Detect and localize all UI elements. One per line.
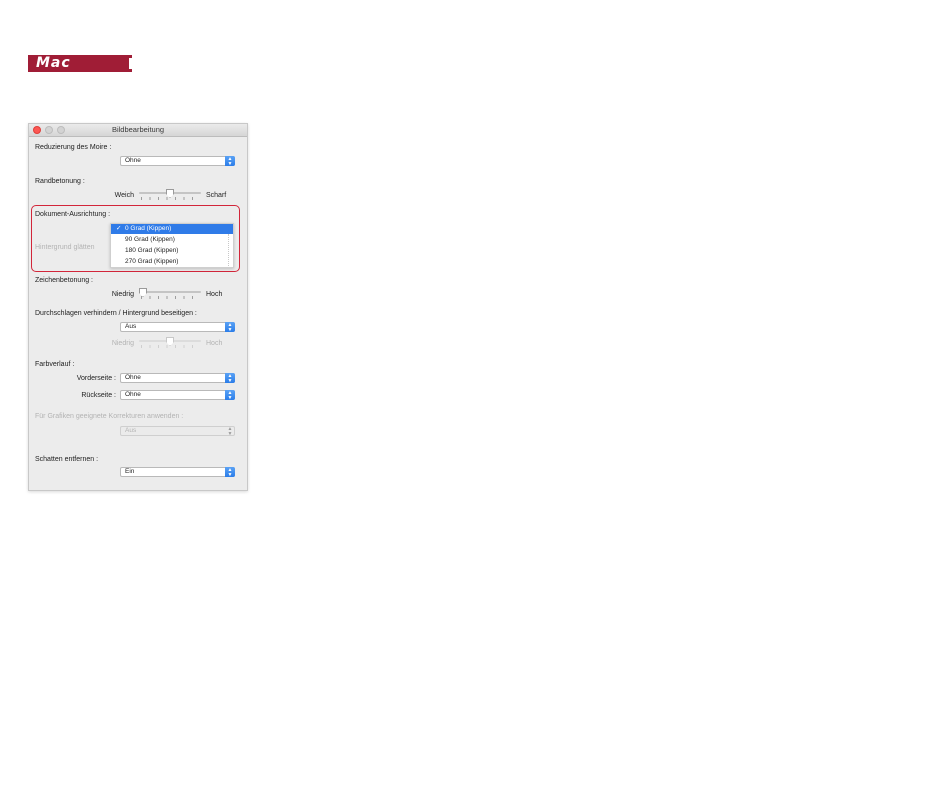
back-side-select[interactable]: Ohne ▲ ▼	[120, 390, 235, 401]
bleed-max-label: Hoch	[206, 340, 223, 347]
bleed-select[interactable]: Aus ▲ ▼	[120, 322, 235, 333]
slider-track	[139, 291, 201, 293]
edge-min-label: Weich	[114, 192, 134, 199]
shadow-label: Schatten entfernen :	[35, 456, 99, 463]
orientation-option-180[interactable]: 180 Grad (Kippen)	[111, 246, 233, 256]
orientation-option-90[interactable]: 90 Grad (Kippen)	[111, 235, 233, 245]
edge-label: Randbetonung :	[35, 178, 85, 185]
menu-scrollbar[interactable]	[228, 234, 232, 266]
moire-select[interactable]: Ohne ▲ ▼	[120, 156, 235, 167]
checkmark-icon: ✓	[116, 225, 122, 232]
slider-ticks	[141, 296, 199, 299]
front-side-select[interactable]: Ohne ▲ ▼	[120, 373, 235, 384]
graphics-label: Für Grafiken geeignete Korrekturen anwen…	[35, 413, 184, 420]
bleed-min-label: Niedrig	[111, 340, 134, 347]
front-side-select-value: Ohne	[125, 374, 141, 381]
gradient-label: Farbverlauf :	[35, 361, 75, 368]
up-down-chevron-icon: ▲ ▼	[225, 322, 235, 333]
mac-badge: Mac	[28, 55, 132, 72]
front-side-label: Vorderseite :	[76, 375, 116, 382]
back-side-select-value: Ohne	[125, 391, 141, 398]
orientation-label: Dokument-Ausrichtung :	[35, 211, 111, 218]
orientation-option-label: 90 Grad (Kippen)	[125, 236, 175, 243]
edge-slider[interactable]	[139, 189, 201, 201]
orientation-dropdown-menu: ✓ 0 Grad (Kippen) 90 Grad (Kippen) 180 G…	[110, 223, 234, 268]
character-slider[interactable]	[139, 288, 201, 300]
graphics-select: Aus ▲ ▼	[120, 426, 235, 437]
titlebar: Bildbearbeitung	[29, 124, 247, 137]
window-title: Bildbearbeitung	[111, 125, 165, 134]
orientation-option-label: 180 Grad (Kippen)	[125, 247, 179, 254]
orientation-option-270[interactable]: 270 Grad (Kippen)	[111, 257, 233, 267]
up-down-chevron-icon: ▲ ▼	[225, 156, 235, 167]
back-side-label: Rückseite :	[81, 392, 116, 399]
up-down-chevron-icon: ▲ ▼	[225, 390, 235, 401]
up-down-chevron-icon: ▲ ▼	[225, 373, 235, 384]
moire-select-value: Ohne	[125, 157, 141, 164]
character-label: Zeichenbetonung :	[35, 277, 93, 284]
edge-max-label: Scharf	[206, 192, 227, 199]
bleed-select-value: Aus	[125, 323, 137, 330]
graphics-select-value: Aus	[125, 427, 137, 434]
bleed-label: Durchschlagen verhindern / Hintergrund b…	[35, 310, 197, 317]
moire-label: Reduzierung des Moire :	[35, 144, 112, 151]
shadow-select-value: Ein	[125, 468, 135, 475]
character-max-label: Hoch	[206, 291, 223, 298]
orientation-option-label: 270 Grad (Kippen)	[125, 258, 179, 265]
character-min-label: Niedrig	[111, 291, 134, 298]
bleed-slider	[139, 337, 201, 349]
up-down-chevron-icon: ▲ ▼	[227, 426, 233, 437]
orientation-option-0[interactable]: ✓ 0 Grad (Kippen)	[111, 224, 233, 234]
orientation-option-label: 0 Grad (Kippen)	[125, 225, 172, 232]
smooth-background-label: Hintergrund glätten	[35, 244, 95, 251]
up-down-chevron-icon: ▲ ▼	[225, 467, 235, 478]
shadow-select[interactable]: Ein ▲ ▼	[120, 467, 235, 478]
mac-badge-label: Mac	[36, 55, 71, 71]
